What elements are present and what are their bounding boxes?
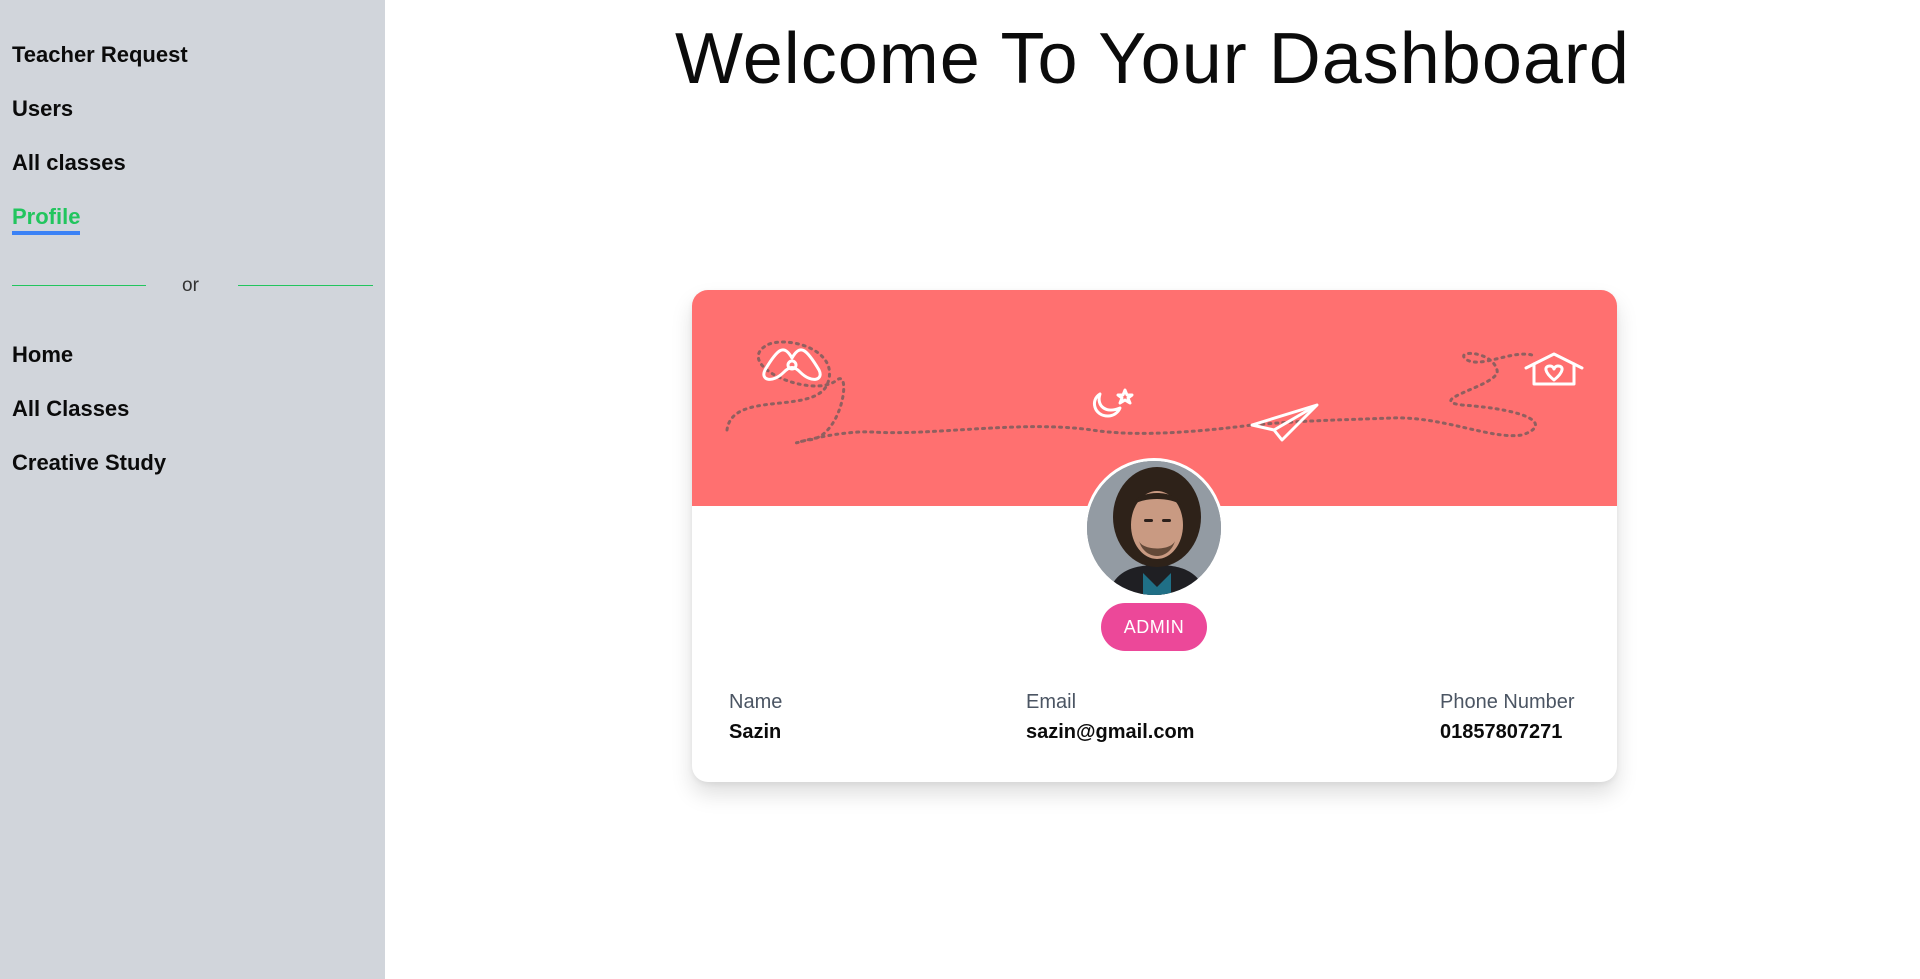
- profile-card: ADMIN Name Sazin Email sazin@gmail.com P…: [692, 290, 1617, 782]
- name-value: Sazin: [729, 721, 782, 743]
- phone-label: Phone Number: [1440, 691, 1575, 713]
- nav-link-creative-study[interactable]: Creative Study: [12, 450, 166, 476]
- moon-star-icon: [1092, 388, 1134, 418]
- phone-value: 01857807271: [1440, 721, 1563, 743]
- sidebar: Teacher Request Users All classes Profil…: [0, 0, 385, 979]
- nav-link-teacher-request[interactable]: Teacher Request: [12, 42, 188, 68]
- divider-line-right: [238, 285, 373, 286]
- nav-link-home[interactable]: Home: [12, 342, 73, 368]
- nav-link-users[interactable]: Users: [12, 96, 73, 122]
- house-heart-icon: [1524, 352, 1584, 386]
- divider-line-left: [12, 285, 146, 286]
- nav-link-all-classes[interactable]: All classes: [12, 150, 126, 176]
- nav-link-all-classes-public[interactable]: All Classes: [12, 396, 129, 422]
- name-label: Name: [729, 691, 783, 713]
- page-title: Welcome To Your Dashboard: [675, 19, 1630, 99]
- email-label: Email: [1026, 691, 1077, 713]
- role-badge: ADMIN: [1101, 603, 1207, 651]
- user-avatar: [1084, 458, 1224, 598]
- user-photo: [1087, 461, 1221, 595]
- email-value: sazin@gmail.com: [1026, 721, 1195, 743]
- nav-link-profile[interactable]: Profile: [12, 204, 81, 235]
- divider-or-text: or: [182, 275, 199, 296]
